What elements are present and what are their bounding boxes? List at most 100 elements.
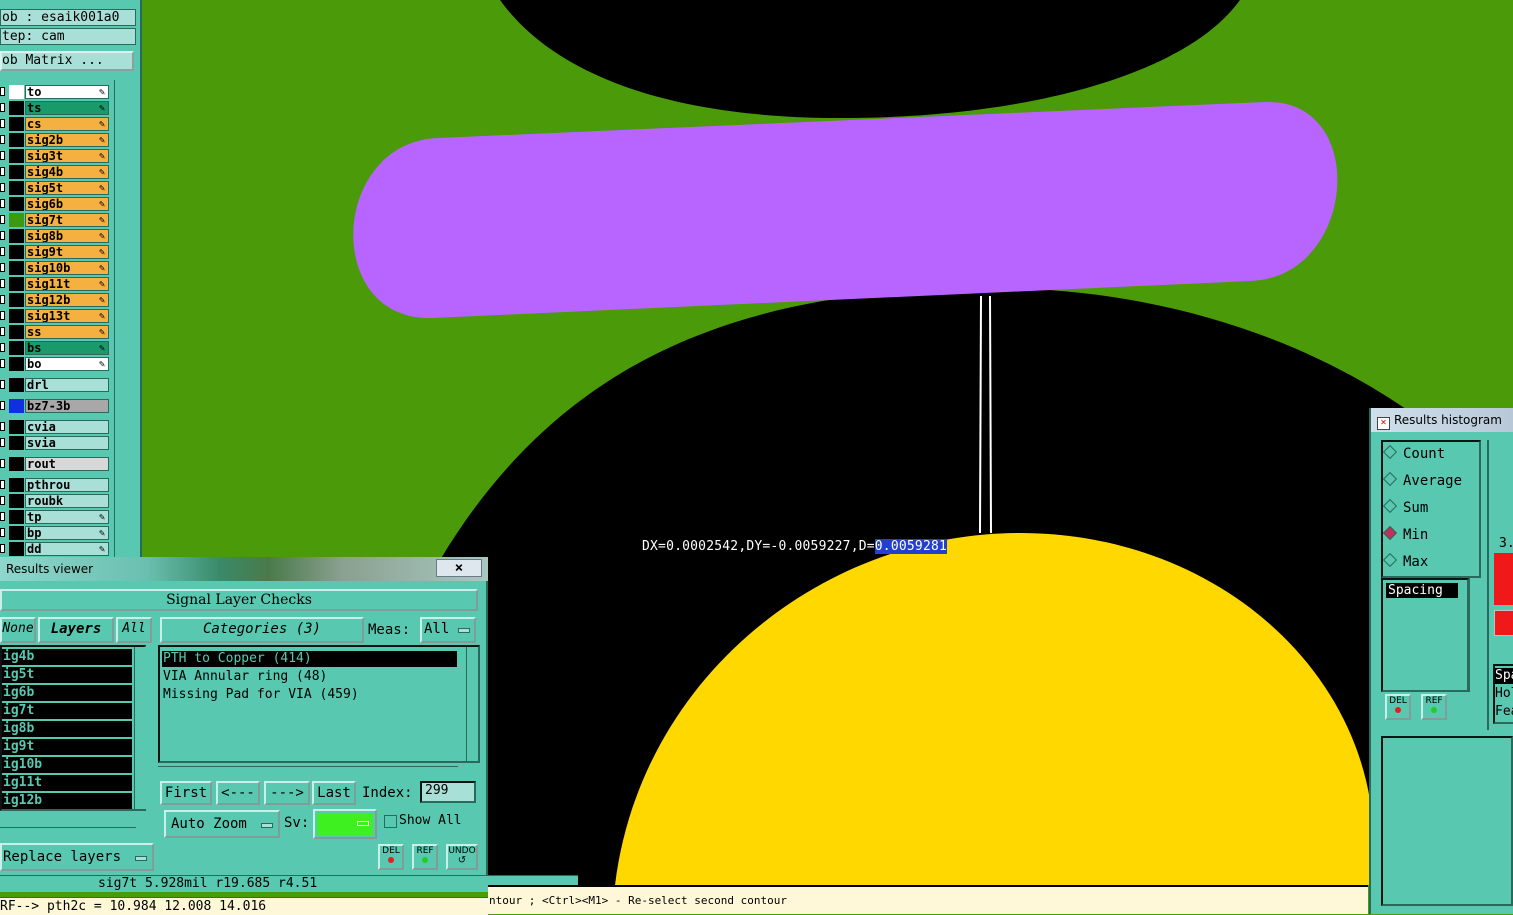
layer-checkbox[interactable]	[0, 135, 5, 144]
layer-color-swatch[interactable]	[9, 213, 24, 227]
layer-row-ts[interactable]: ts ✎	[0, 100, 112, 116]
layer-row-sig4b[interactable]: sig4b ✎	[0, 164, 112, 180]
layer-name[interactable]: pthrou	[25, 478, 109, 492]
layer-color-swatch[interactable]	[9, 378, 24, 392]
layer-color-swatch[interactable]	[9, 245, 24, 259]
layer-color-swatch[interactable]	[9, 101, 24, 115]
histogram-right-item[interactable]: Fea	[1495, 704, 1513, 720]
histogram-option-count[interactable]: Count	[1382, 444, 1475, 464]
layer-row-sig12b[interactable]: sig12b ✎	[0, 292, 112, 308]
layer-row-bs[interactable]: bs ✎	[0, 340, 112, 356]
layer-name[interactable]: roubk	[25, 494, 109, 508]
layer-color-swatch[interactable]	[9, 229, 24, 243]
layer-name[interactable]: sig6b ✎	[25, 197, 109, 211]
show-all-checkbox[interactable]	[384, 815, 397, 828]
meas-dropdown[interactable]: All	[420, 617, 476, 643]
layer-list-item[interactable]: ig12b	[2, 793, 132, 809]
layer-row-cs[interactable]: cs ✎	[0, 116, 112, 132]
layer-row-sig6b[interactable]: sig6b ✎	[0, 196, 112, 212]
layer-checkbox[interactable]	[0, 103, 5, 112]
layer-color-swatch[interactable]	[9, 149, 24, 163]
layer-checkbox[interactable]	[0, 263, 5, 272]
layer-color-swatch[interactable]	[9, 197, 24, 211]
categories-button[interactable]: Categories (3)	[160, 617, 364, 643]
layer-list-item[interactable]: ig10b	[2, 757, 132, 773]
layer-list-item[interactable]: ig5t	[2, 667, 132, 683]
layer-color-swatch[interactable]	[9, 510, 24, 524]
layers-scrollbar[interactable]	[134, 647, 146, 809]
layer-row-tp[interactable]: tp ✎	[0, 509, 112, 525]
layer-row-svia[interactable]: svia	[0, 435, 112, 451]
layer-color-swatch[interactable]	[9, 261, 24, 275]
layer-row-sig9t[interactable]: sig9t ✎	[0, 244, 112, 260]
histogram-option-max[interactable]: Max	[1382, 552, 1475, 572]
layer-name[interactable]: sig11t ✎	[25, 277, 109, 291]
layer-checkbox[interactable]	[0, 295, 5, 304]
layer-name[interactable]: sig3t ✎	[25, 149, 109, 163]
layer-name[interactable]: sig5t ✎	[25, 181, 109, 195]
layer-checkbox[interactable]	[0, 401, 5, 410]
histogram-right-item[interactable]: Spa	[1495, 668, 1513, 684]
layer-color-swatch[interactable]	[9, 325, 24, 339]
layer-color-swatch[interactable]	[9, 309, 24, 323]
category-item[interactable]: Missing Pad for VIA (459)	[162, 687, 457, 703]
layer-row-sig2b[interactable]: sig2b ✎	[0, 132, 112, 148]
layer-checkbox[interactable]	[0, 327, 5, 336]
layer-row-rout[interactable]: rout	[0, 456, 112, 472]
layer-color-swatch[interactable]	[9, 85, 24, 99]
layer-list-item[interactable]: ig4b	[2, 649, 132, 665]
layer-list-item[interactable]: ig6b	[2, 685, 132, 701]
layer-scrollbar[interactable]	[114, 80, 139, 558]
layer-color-swatch[interactable]	[9, 399, 24, 413]
layer-color-swatch[interactable]	[9, 181, 24, 195]
layer-checkbox[interactable]	[0, 311, 5, 320]
layer-checkbox[interactable]	[0, 459, 5, 468]
sv-color-dropdown[interactable]	[313, 809, 377, 839]
layer-list-item[interactable]: ig9t	[2, 739, 132, 755]
category-item[interactable]: PTH to Copper (414)	[162, 651, 457, 667]
layer-list-item[interactable]: ig7t	[2, 703, 132, 719]
layer-color-swatch[interactable]	[9, 165, 24, 179]
layer-row-sig11t[interactable]: sig11t ✎	[0, 276, 112, 292]
layer-name[interactable]: tp ✎	[25, 510, 109, 524]
layer-color-swatch[interactable]	[9, 420, 24, 434]
layers-button[interactable]: Layers	[38, 617, 114, 643]
index-input[interactable]: 299	[420, 781, 476, 803]
layer-name[interactable]: bs ✎	[25, 341, 109, 355]
layer-row-to[interactable]: to ✎	[0, 84, 112, 100]
layer-color-swatch[interactable]	[9, 457, 24, 471]
last-button[interactable]: Last	[312, 781, 356, 805]
layer-checkbox[interactable]	[0, 87, 5, 96]
layers-hscrollbar[interactable]	[0, 827, 136, 839]
layer-color-swatch[interactable]	[9, 526, 24, 540]
layer-name[interactable]: sig12b ✎	[25, 293, 109, 307]
layer-name[interactable]: rout	[25, 457, 109, 471]
layer-color-swatch[interactable]	[9, 357, 24, 371]
layer-name[interactable]: cs ✎	[25, 117, 109, 131]
layer-checkbox[interactable]	[0, 422, 5, 431]
layer-checkbox[interactable]	[0, 119, 5, 128]
layer-color-swatch[interactable]	[9, 494, 24, 508]
job-matrix-button[interactable]: ob Matrix ...	[0, 51, 134, 71]
first-button[interactable]: First	[160, 781, 212, 805]
delete-button[interactable]: DEL	[378, 844, 404, 870]
category-item[interactable]: VIA Annular ring (48)	[162, 669, 457, 685]
all-layers-button[interactable]: All	[116, 617, 152, 643]
layer-checkbox[interactable]	[0, 496, 5, 505]
undo-button[interactable]: UNDO ↺	[446, 844, 478, 870]
layer-checkbox[interactable]	[0, 359, 5, 368]
layer-checkbox[interactable]	[0, 528, 5, 537]
layer-row-roubk[interactable]: roubk	[0, 493, 112, 509]
histogram-scrollbar[interactable]	[1469, 578, 1481, 692]
layer-name[interactable]: dd ✎	[25, 542, 109, 556]
layer-name[interactable]: ts ✎	[25, 101, 109, 115]
layer-color-swatch[interactable]	[9, 436, 24, 450]
layer-name[interactable]: bz7-3b	[25, 399, 109, 413]
layer-row-sig7t[interactable]: sig7t ✎	[0, 212, 112, 228]
layer-row-pthrou[interactable]: pthrou	[0, 477, 112, 493]
layer-checkbox[interactable]	[0, 512, 5, 521]
layer-checkbox[interactable]	[0, 279, 5, 288]
categories-listbox[interactable]: PTH to Copper (414) VIA Annular ring (48)…	[158, 645, 480, 763]
layer-row-bz7-3b[interactable]: bz7-3b	[0, 398, 112, 414]
layer-checkbox[interactable]	[0, 151, 5, 160]
